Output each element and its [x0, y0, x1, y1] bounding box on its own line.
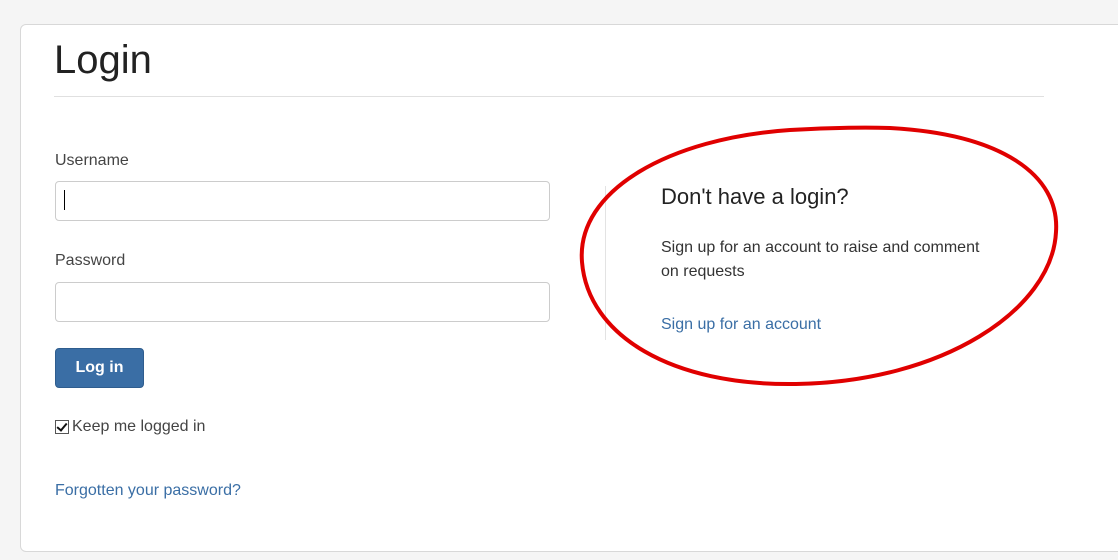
signup-description: Sign up for an account to raise and comm… [661, 239, 980, 280]
signup-heading: Don't have a login? [661, 184, 849, 209]
login-button[interactable]: Log in [55, 348, 144, 388]
forgot-password-link[interactable]: Forgotten your password? [55, 482, 241, 500]
signup-link[interactable]: Sign up for an account [661, 316, 821, 334]
username-input[interactable] [55, 181, 550, 221]
password-label: Password [55, 252, 126, 269]
password-input[interactable] [55, 282, 550, 322]
username-label: Username [55, 152, 129, 169]
column-divider [605, 186, 606, 340]
text-cursor [64, 190, 65, 210]
keep-logged-in-label[interactable]: Keep me logged in [72, 418, 205, 436]
keep-logged-in-checkbox[interactable] [55, 420, 69, 434]
title-divider [54, 96, 1044, 97]
page-title: Login [54, 38, 152, 82]
keep-logged-in-row[interactable]: Keep me logged in [55, 418, 205, 436]
